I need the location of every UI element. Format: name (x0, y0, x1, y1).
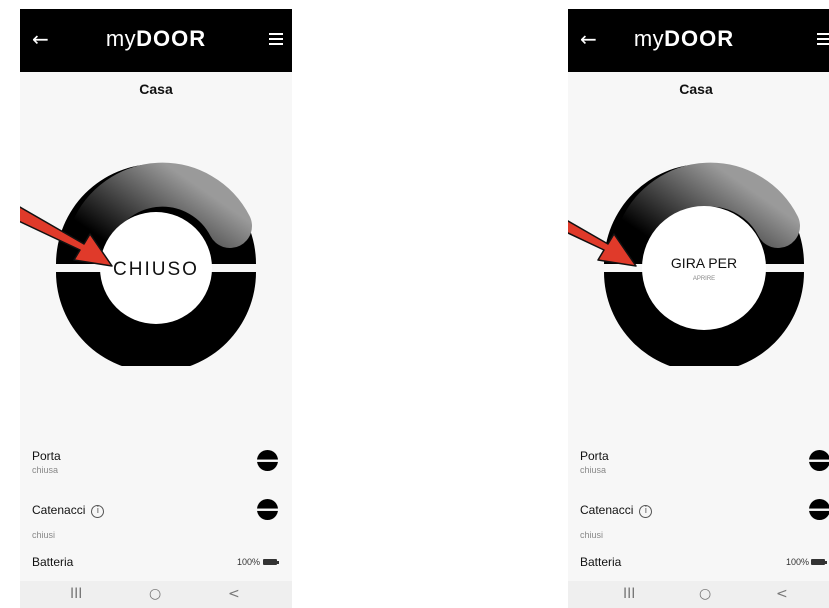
app-logo-prefix: my (105, 26, 137, 51)
app-bar: ← myDOOR (20, 9, 292, 72)
batteria-label: Batteria (32, 555, 74, 569)
catenacci-label-wrap: Catenacci i (580, 503, 653, 518)
recents-button[interactable]: III (70, 586, 82, 602)
app-logo-prefix: my (633, 26, 665, 51)
app-logo-main: DOOR (664, 26, 735, 51)
porta-row: Porta chiusa (580, 449, 609, 475)
battery-icon (263, 559, 279, 565)
porta-value: chiusa (580, 465, 607, 475)
catenacci-state-icon (256, 498, 279, 521)
phone-screen-left: ← myDOOR Casa CHIUSO Porta chiusa Catena… (20, 9, 292, 608)
red-arrow-annotation (568, 220, 637, 267)
catenacci-label: Catenacci (32, 503, 86, 517)
battery-percentage: 100% (237, 557, 261, 567)
nav-back-button[interactable]: < (776, 586, 788, 602)
dial-status-text: GIRA PER (671, 255, 737, 271)
home-button[interactable]: ○ (699, 586, 711, 602)
screenshot-stage: ← myDOOR Casa CHIUSO Porta chiusa Catena… (0, 0, 829, 608)
batteria-row: Batteria (580, 555, 621, 569)
app-logo-main: DOOR (136, 26, 207, 51)
porta-label: Porta (32, 449, 61, 463)
app-bar: ← myDOOR (568, 9, 829, 72)
dial-status-subtext: APRIRE (693, 276, 715, 282)
catenacci-label-wrap: Catenacci i (32, 503, 105, 518)
phone-screen-right: ← myDOOR Casa GIRA PER APRIRE Porta chiu… (568, 9, 829, 608)
app-logo: myDOOR (20, 26, 292, 52)
porta-state-icon (808, 449, 829, 472)
top-cropped-strip (0, 0, 829, 8)
catenacci-row: Catenacci i chiusi (580, 503, 653, 540)
home-button[interactable]: ○ (149, 586, 161, 602)
porta-row: Porta chiusa (32, 449, 61, 475)
catenacci-row: Catenacci i chiusi (32, 503, 105, 540)
system-nav-bar: III ○ < (20, 581, 292, 608)
catenacci-value: chiusi (580, 530, 604, 540)
recents-button[interactable]: III (623, 586, 635, 602)
info-icon[interactable]: i (91, 505, 105, 518)
catenacci-value: chiusi (32, 530, 56, 540)
porta-value: chiusa (32, 465, 59, 475)
page-title: Casa (139, 81, 173, 97)
hamburger-menu-icon[interactable] (269, 33, 283, 45)
dial-status-text: CHIUSO (113, 259, 199, 280)
app-logo: myDOOR (568, 26, 800, 52)
battery-icon (811, 559, 827, 565)
red-arrow-annotation (20, 206, 113, 267)
porta-state-icon (256, 449, 279, 472)
catenacci-state-icon (808, 498, 829, 521)
porta-label: Porta (580, 449, 609, 463)
batteria-label: Batteria (580, 555, 622, 569)
info-icon[interactable]: i (639, 505, 653, 518)
batteria-row: Batteria (32, 555, 73, 569)
system-nav-bar: III ○ < (568, 581, 829, 608)
battery-percentage: 100% (786, 557, 810, 567)
nav-back-button[interactable]: < (228, 586, 240, 602)
page-title: Casa (679, 81, 713, 97)
hamburger-menu-icon[interactable] (817, 33, 829, 45)
catenacci-label: Catenacci (580, 503, 634, 517)
